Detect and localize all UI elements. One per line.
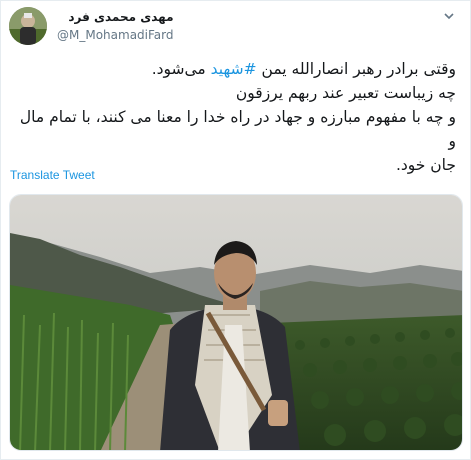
tweet-line-1: وقتی برادر رهبر انصارالله یمن #شهید می‌ش… — [9, 57, 456, 81]
author-info: مهدی محمدی فرد @M_MohamadiFard — [57, 10, 174, 42]
author-handle[interactable]: @M_MohamadiFard — [57, 28, 174, 42]
tweet-photo[interactable] — [9, 194, 463, 451]
tweet-card: مهدی محمدی فرد @M_MohamadiFard وقتی براد… — [0, 0, 471, 460]
photo-scene — [10, 195, 462, 450]
tweet-text-segment: وقتی برادر رهبر انصارالله یمن — [256, 60, 456, 78]
author-display-name[interactable]: مهدی محمدی فرد — [57, 10, 173, 24]
hashtag-link[interactable]: #شهید — [211, 60, 257, 78]
avatar[interactable] — [9, 7, 47, 45]
tweet-text: وقتی برادر رهبر انصارالله یمن #شهید می‌ش… — [9, 57, 456, 177]
chevron-down-icon[interactable] — [440, 9, 458, 27]
avatar-image — [9, 7, 47, 45]
tweet-text-segment: می‌شود. — [151, 60, 211, 78]
tweet-line-3: و چه با مفهوم مبارزه و جهاد در راه خدا ر… — [19, 108, 456, 150]
tweet-line-2: چه زیباست تعبیر عند ربهم یرزقون — [235, 84, 456, 102]
tweet-header: مهدی محمدی فرد @M_MohamadiFard — [9, 7, 458, 47]
translate-tweet-link[interactable]: Translate Tweet — [10, 168, 95, 182]
